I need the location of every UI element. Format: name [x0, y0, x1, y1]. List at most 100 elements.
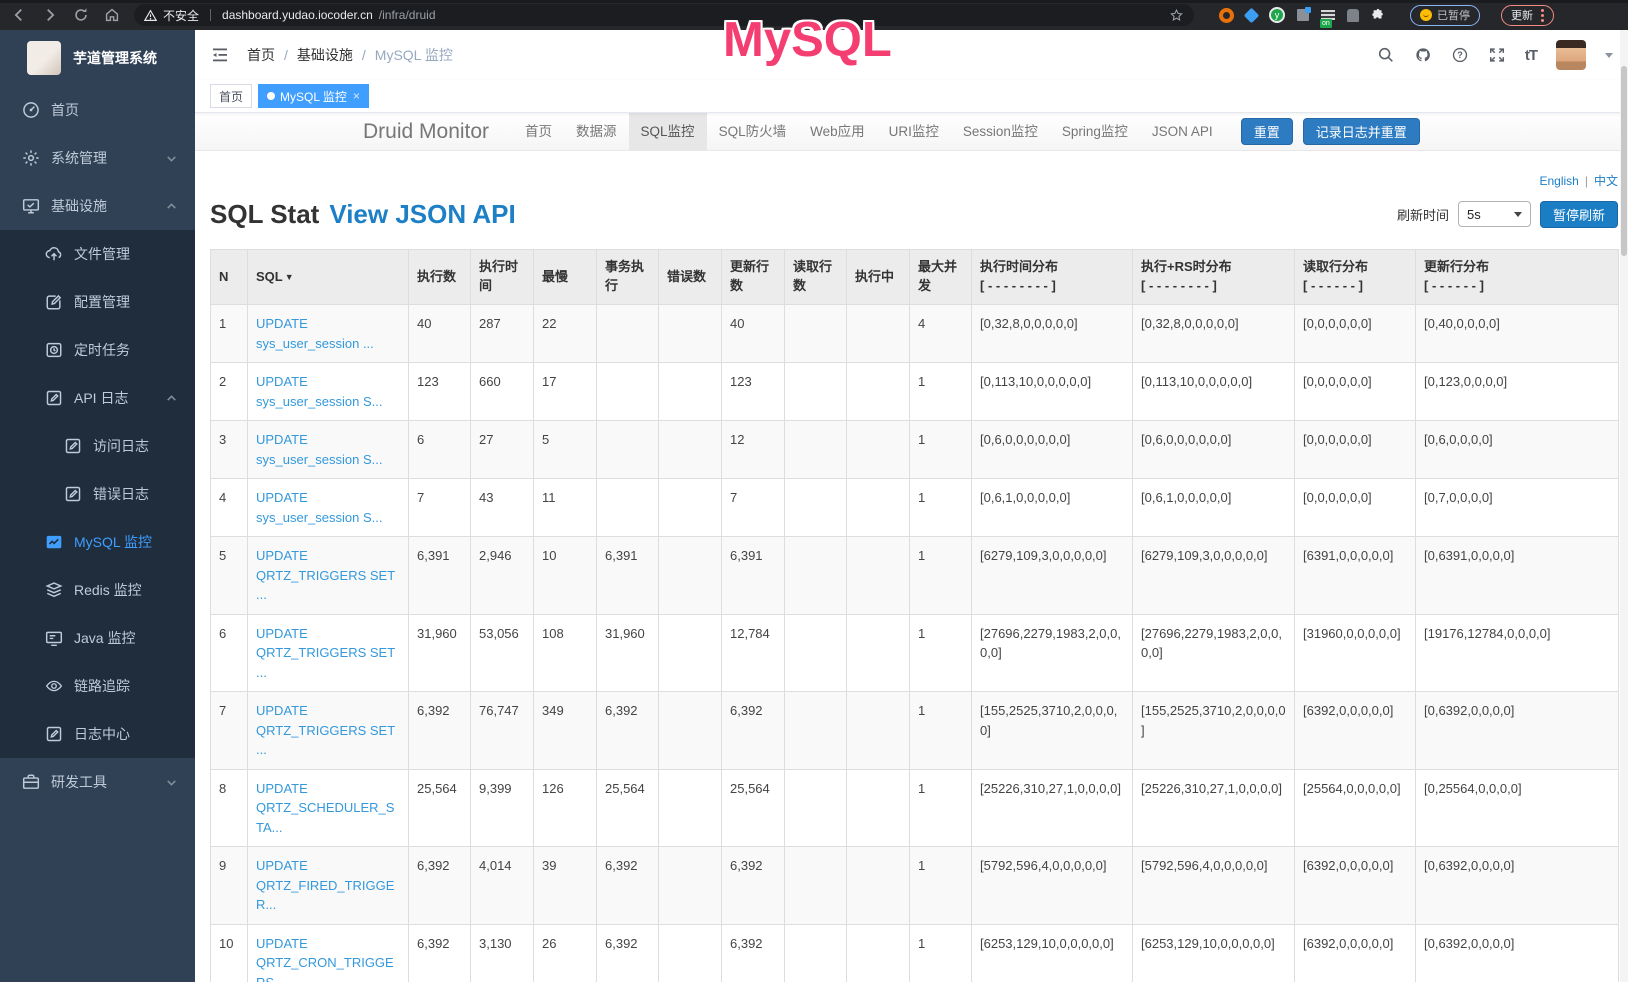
sidebar-item-log-center[interactable]: 日志中心: [0, 710, 195, 758]
column-header[interactable]: 最慢: [534, 250, 597, 305]
stat-cell: 31,960: [409, 614, 471, 692]
breadcrumb-home[interactable]: 首页: [247, 45, 275, 65]
github-icon[interactable]: [1414, 46, 1432, 64]
back-icon[interactable]: [10, 6, 28, 24]
search-icon[interactable]: [1377, 46, 1395, 64]
sql-cell: UPDATE QRTZ_FIRED_TRIGGER...: [248, 847, 409, 925]
druid-tab-首页[interactable]: 首页: [513, 113, 564, 151]
column-header[interactable]: 更新行数: [722, 250, 785, 305]
sidebar-item-error-log[interactable]: 错误日志: [0, 470, 195, 518]
sidebar-item-api-log[interactable]: API 日志: [0, 374, 195, 422]
url-host[interactable]: dashboard.yudao.iocoder.cn: [222, 8, 373, 22]
page-scrollbar[interactable]: [1620, 30, 1628, 982]
druid-tab-Web应用[interactable]: Web应用: [798, 113, 877, 151]
list-extension-icon[interactable]: on: [1321, 10, 1335, 20]
tag-mysql-monitor[interactable]: MySQL 监控 ×: [258, 84, 369, 108]
gem-extension-icon[interactable]: [1244, 7, 1260, 23]
breadcrumb-infra[interactable]: 基础设施: [297, 45, 353, 65]
column-header[interactable]: 读取行数: [785, 250, 847, 305]
sidebar-item-mysql[interactable]: MySQL 监控: [0, 518, 195, 566]
reset-button[interactable]: 重置: [1241, 118, 1293, 145]
sidebar-item-java[interactable]: Java 监控: [0, 614, 195, 662]
sidebar-item-trace[interactable]: 链路追踪: [0, 662, 195, 710]
column-header[interactable]: SQL▼: [248, 250, 409, 305]
sidebar-item-file[interactable]: 文件管理: [0, 230, 195, 278]
stat-cell: [785, 614, 847, 692]
column-header[interactable]: 执行时间分布[ - - - - - - - - ]: [972, 250, 1133, 305]
forward-icon[interactable]: [41, 6, 59, 24]
stat-cell: 349: [534, 692, 597, 770]
column-header[interactable]: 更新行分布[ - - - - - - ]: [1416, 250, 1619, 305]
scrollbar-thumb[interactable]: [1621, 66, 1627, 256]
sql-link[interactable]: UPDATE sys_user_session S...: [256, 374, 382, 409]
security-label[interactable]: 不安全: [163, 7, 199, 24]
sidebar-item-home[interactable]: 首页: [0, 86, 195, 134]
column-header[interactable]: 执行时间: [471, 250, 534, 305]
sql-link[interactable]: UPDATE QRTZ_SCHEDULER_STA...: [256, 781, 394, 835]
tag-home[interactable]: 首页: [210, 84, 252, 108]
sidebar-item-infra[interactable]: 基础设施: [0, 182, 195, 230]
sidebar-logo-row[interactable]: 芋道管理系统: [0, 30, 195, 86]
user-avatar[interactable]: [1556, 40, 1586, 70]
close-icon[interactable]: ×: [353, 89, 360, 103]
sidebar-item-job[interactable]: 定时任务: [0, 326, 195, 374]
row-index: 6: [211, 614, 248, 692]
pause-refresh-button[interactable]: 暂停刷新: [1540, 201, 1618, 228]
column-header[interactable]: 错误数: [659, 250, 722, 305]
column-header[interactable]: 最大并发: [910, 250, 972, 305]
update-chip[interactable]: 更新: [1501, 5, 1554, 26]
sidebar-item-dev-tools[interactable]: 研发工具: [0, 758, 195, 806]
gray-extension-icon[interactable]: [1347, 9, 1359, 22]
sql-link[interactable]: UPDATE QRTZ_TRIGGERS SET ...: [256, 548, 395, 602]
reload-icon[interactable]: [72, 6, 90, 24]
stat-cell: [0,6,1,0,0,0,0,0]: [1133, 479, 1295, 537]
sql-link[interactable]: UPDATE QRTZ_CRON_TRIGGERS...: [256, 936, 394, 982]
row-index: 4: [211, 479, 248, 537]
sidebar-collapse-icon[interactable]: [210, 45, 230, 65]
stat-cell: [659, 924, 722, 982]
column-header[interactable]: 执行中: [847, 250, 910, 305]
druid-tab-SQL防火墙[interactable]: SQL防火墙: [707, 113, 799, 151]
fullscreen-icon[interactable]: [1488, 46, 1506, 64]
column-header[interactable]: 读取行分布[ - - - - - - ]: [1295, 250, 1416, 305]
kebab-menu-icon[interactable]: [1541, 9, 1544, 22]
address-bar[interactable]: 不安全 dashboard.yudao.iocoder.cn/infra/dru…: [134, 4, 1194, 26]
url-path[interactable]: /infra/druid: [379, 8, 436, 22]
druid-tab-Session监控[interactable]: Session监控: [951, 113, 1050, 151]
squares-extension-icon[interactable]: [1297, 9, 1309, 21]
sidebar-item-redis[interactable]: Redis 监控: [0, 566, 195, 614]
refresh-interval-select[interactable]: 5s: [1458, 201, 1531, 227]
green-extension-icon[interactable]: y: [1269, 7, 1285, 23]
column-header[interactable]: 事务执行: [597, 250, 659, 305]
column-header[interactable]: 执行数: [409, 250, 471, 305]
view-json-api-link[interactable]: View JSON API: [329, 199, 515, 230]
lang-english-link[interactable]: English: [1540, 174, 1579, 188]
bookmark-star-icon[interactable]: [1169, 8, 1184, 23]
sql-link[interactable]: UPDATE sys_user_session S...: [256, 432, 382, 467]
druid-tab-URI监控[interactable]: URI监控: [877, 113, 951, 151]
sql-link[interactable]: UPDATE QRTZ_TRIGGERS SET ...: [256, 703, 395, 757]
font-size-icon[interactable]: tT: [1525, 47, 1537, 64]
column-header[interactable]: 执行+RS时分布[ - - - - - - - - ]: [1133, 250, 1295, 305]
lang-chinese-link[interactable]: 中文: [1594, 172, 1618, 189]
druid-brand[interactable]: Druid Monitor: [363, 120, 489, 144]
column-header[interactable]: N: [211, 250, 248, 305]
sql-link[interactable]: UPDATE sys_user_session S...: [256, 490, 382, 525]
puzzle-icon[interactable]: [1371, 8, 1385, 22]
profile-paused-chip[interactable]: 已暂停: [1410, 5, 1480, 26]
druid-tab-JSON API[interactable]: JSON API: [1140, 113, 1225, 151]
druid-tab-数据源[interactable]: 数据源: [564, 113, 629, 151]
orange-extension-icon[interactable]: [1219, 8, 1234, 23]
druid-tab-SQL监控[interactable]: SQL监控: [629, 113, 707, 151]
druid-tab-Spring监控[interactable]: Spring监控: [1050, 113, 1140, 151]
log-and-reset-button[interactable]: 记录日志并重置: [1303, 118, 1420, 145]
sidebar-item-config[interactable]: 配置管理: [0, 278, 195, 326]
sidebar-item-access-log[interactable]: 访问日志: [0, 422, 195, 470]
sql-link[interactable]: UPDATE QRTZ_TRIGGERS SET ...: [256, 626, 395, 680]
sql-link[interactable]: UPDATE QRTZ_FIRED_TRIGGER...: [256, 858, 394, 912]
chevron-down-icon[interactable]: [1605, 53, 1613, 58]
home-icon[interactable]: [103, 6, 121, 24]
sql-link[interactable]: UPDATE sys_user_session ...: [256, 316, 374, 351]
sidebar-item-system[interactable]: 系统管理: [0, 134, 195, 182]
help-icon[interactable]: ?: [1451, 46, 1469, 64]
